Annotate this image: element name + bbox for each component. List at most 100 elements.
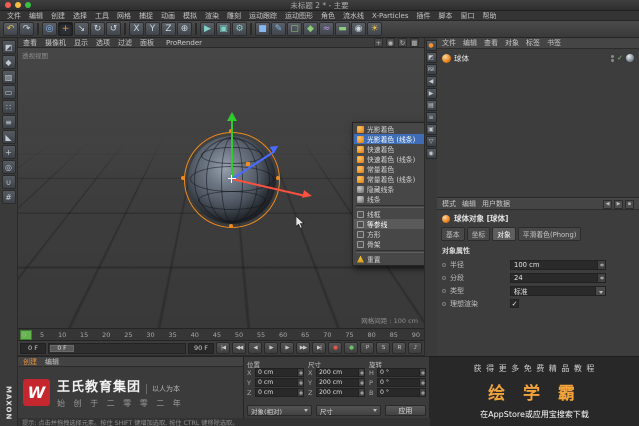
next-frame-button[interactable]: ▶ bbox=[280, 342, 294, 354]
record-scale-button[interactable]: S bbox=[376, 342, 390, 354]
menu-item[interactable]: 窗口 bbox=[456, 11, 478, 21]
menu-item[interactable]: 脚本 bbox=[434, 11, 456, 21]
phong-tag-icon[interactable] bbox=[626, 54, 634, 62]
keyframe-dot[interactable] bbox=[442, 262, 446, 267]
move-tool-icon[interactable]: + bbox=[58, 22, 73, 36]
display-menu-item[interactable]: 快速着色 (线条) bbox=[354, 154, 424, 164]
search-icon[interactable]: ◉ bbox=[425, 148, 437, 159]
x-axis-arrowhead-icon[interactable] bbox=[302, 190, 313, 200]
display-menu-item[interactable]: 重置 bbox=[354, 254, 424, 264]
add-environment-icon[interactable]: ▬ bbox=[335, 22, 350, 36]
coordinate-mode-select[interactable]: 对象(相对) bbox=[247, 405, 312, 416]
texture-mode-icon[interactable]: ▨ bbox=[1, 70, 16, 84]
display-menu-item[interactable]: 线框 bbox=[354, 209, 424, 219]
viewport-solo-icon[interactable]: ◎ bbox=[1, 160, 16, 174]
record-rotation-button[interactable]: R bbox=[392, 342, 406, 354]
rotate-view-icon[interactable]: ↻ bbox=[398, 38, 407, 47]
menu-item[interactable]: 动画 bbox=[157, 11, 179, 21]
lock-y-axis-icon[interactable]: Y bbox=[145, 22, 160, 36]
play-sound-button[interactable]: ♪ bbox=[408, 342, 422, 354]
workplane-mode-icon[interactable]: ▭ bbox=[1, 85, 16, 99]
display-menu-item[interactable]: 线条 bbox=[354, 194, 424, 204]
attribute-tab[interactable]: 平滑着色(Phong) bbox=[517, 227, 582, 241]
stepper-icon[interactable] bbox=[297, 379, 303, 386]
stepper-icon[interactable] bbox=[358, 379, 364, 386]
add-camera-icon[interactable]: ◉ bbox=[351, 22, 366, 36]
radius-field[interactable]: 100 cm bbox=[510, 259, 606, 270]
polygons-mode-icon[interactable]: ◣ bbox=[1, 130, 16, 144]
menu-item[interactable]: 工具 bbox=[91, 11, 113, 21]
keyframe-dot[interactable] bbox=[442, 301, 446, 306]
object-manager-menu-item[interactable]: 编辑 bbox=[463, 38, 477, 48]
redo-icon[interactable]: ↷ bbox=[19, 22, 34, 36]
stepper-icon[interactable] bbox=[358, 369, 364, 376]
record-position-button[interactable]: P bbox=[360, 342, 374, 354]
size-x-field[interactable]: 200 cm bbox=[316, 368, 365, 377]
enable-snap-icon[interactable]: ∪ bbox=[1, 175, 16, 189]
render-perfect-checkbox[interactable]: ✓ bbox=[510, 299, 519, 308]
visibility-dots[interactable] bbox=[611, 54, 615, 62]
menu-item[interactable]: X-Particles bbox=[368, 11, 412, 21]
timeline-ruler[interactable]: 0 5 10 15 20 25 30 35 40 45 50 55 60 65 70 75 80 85 90 bbox=[18, 328, 424, 341]
points-mode-icon[interactable]: ∷ bbox=[1, 100, 16, 114]
lock-icon[interactable]: ▪ bbox=[625, 199, 634, 209]
display-menu-item[interactable]: 方形 bbox=[354, 229, 424, 239]
lock-panel-icon[interactable]: ▣ bbox=[425, 124, 437, 135]
menu-item[interactable]: 雕刻 bbox=[223, 11, 245, 21]
attribute-menu-item[interactable]: 编辑 bbox=[462, 199, 476, 209]
prev-key-button[interactable]: ◀◀ bbox=[232, 342, 246, 354]
pan-view-icon[interactable]: + bbox=[374, 38, 383, 47]
attribute-tab[interactable]: 坐标 bbox=[466, 227, 491, 241]
live-selection-icon[interactable]: ◎ bbox=[42, 22, 57, 36]
position-z-field[interactable]: 0 cm bbox=[255, 388, 304, 397]
add-generator-icon[interactable]: ◆ bbox=[303, 22, 318, 36]
rotate-tool-icon[interactable]: ↻ bbox=[90, 22, 105, 36]
object-row-sphere[interactable]: 球体 ✓ bbox=[437, 52, 639, 64]
menu-item[interactable]: 运动跟踪 bbox=[245, 11, 281, 21]
display-menu-item[interactable]: 骨架 bbox=[354, 239, 424, 249]
stepper-icon[interactable] bbox=[597, 273, 605, 282]
menu-item[interactable]: 模拟 bbox=[179, 11, 201, 21]
scale-tool-icon[interactable]: ↘ bbox=[74, 22, 89, 36]
prev-button[interactable]: ◀ bbox=[603, 199, 612, 209]
add-deformer-icon[interactable]: ≈ bbox=[319, 22, 334, 36]
model-mode-icon[interactable]: ◆ bbox=[1, 55, 16, 69]
editor-visibility-dot[interactable] bbox=[611, 54, 615, 58]
apply-button[interactable]: 应用 bbox=[384, 405, 426, 416]
size-y-field[interactable]: 200 cm bbox=[316, 378, 365, 387]
viewport-menu-item[interactable]: 面板 bbox=[140, 38, 154, 48]
object-manager-menu-item[interactable]: 查看 bbox=[484, 38, 498, 48]
section-object-properties[interactable]: 对象属性 bbox=[437, 243, 639, 258]
viewport-menu-item[interactable]: 选项 bbox=[96, 38, 110, 48]
rotation-b-field[interactable]: 0 ° bbox=[377, 388, 426, 397]
add-spline-pen-icon[interactable]: ✎ bbox=[271, 22, 286, 36]
next-key-button[interactable]: ▶▶ bbox=[296, 342, 310, 354]
y-axis-handle[interactable] bbox=[231, 120, 233, 179]
attribute-tab[interactable]: 对象 bbox=[492, 227, 516, 241]
play-button[interactable]: ▶ bbox=[264, 342, 278, 354]
toggle-panel-icon[interactable]: ▦ bbox=[410, 38, 419, 47]
attribute-menu-item[interactable]: 用户数据 bbox=[482, 199, 510, 209]
stepper-icon[interactable] bbox=[419, 379, 425, 386]
scroll-to-object-icon[interactable]: ▤ bbox=[425, 100, 437, 111]
render-visibility-dot[interactable] bbox=[611, 58, 615, 62]
keyframe-dot[interactable] bbox=[442, 288, 446, 293]
make-editable-shortcut-icon[interactable]: ◩ bbox=[425, 52, 437, 63]
object-manager-menu-item[interactable]: 标签 bbox=[526, 38, 540, 48]
object-manager-menu-item[interactable]: 对象 bbox=[505, 38, 519, 48]
menu-item[interactable]: 插件 bbox=[412, 11, 434, 21]
frame-slider[interactable]: 0 F bbox=[48, 342, 186, 354]
prev-object-icon[interactable]: ◀ bbox=[425, 76, 437, 87]
end-frame-field[interactable]: 90 F bbox=[188, 342, 214, 354]
menu-item[interactable]: 捕捉 bbox=[135, 11, 157, 21]
display-menu-item[interactable]: 常量着色 (线条) bbox=[354, 174, 424, 184]
position-y-field[interactable]: 0 cm bbox=[255, 378, 304, 387]
start-frame-field[interactable]: 0 F bbox=[20, 342, 46, 354]
display-menu-item[interactable]: 快速着色 bbox=[354, 144, 424, 154]
last-tool-icon[interactable]: ↺ bbox=[106, 22, 121, 36]
prorender-menu[interactable]: ProRender bbox=[166, 39, 202, 47]
goto-start-button[interactable]: |◀ bbox=[216, 342, 230, 354]
menu-item[interactable]: 渲染 bbox=[201, 11, 223, 21]
stepper-icon[interactable] bbox=[358, 389, 364, 396]
size-z-field[interactable]: 200 cm bbox=[316, 388, 365, 397]
